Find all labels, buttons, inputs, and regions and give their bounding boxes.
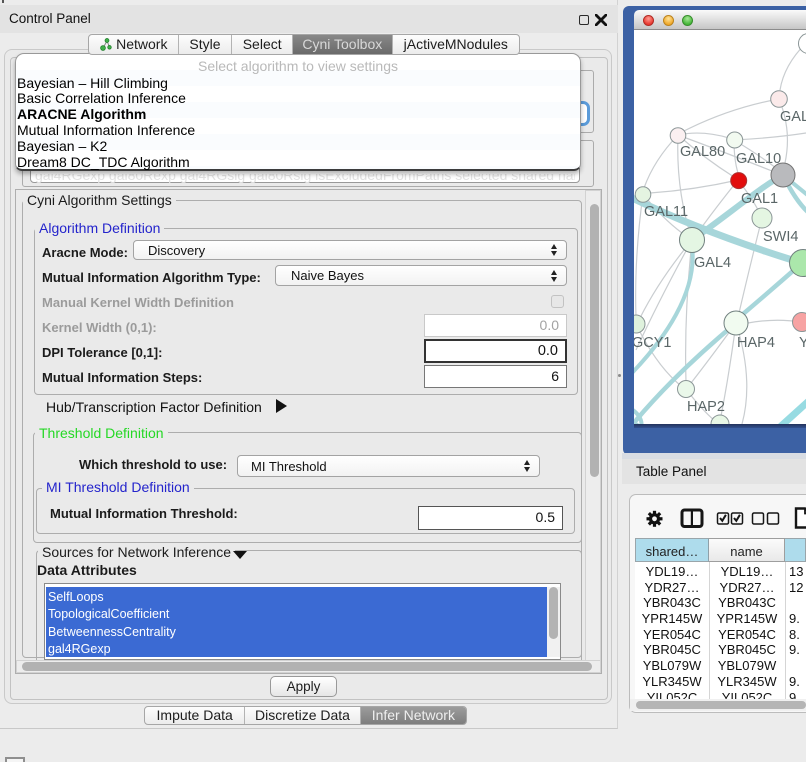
svg-text:HAP2: HAP2 xyxy=(687,399,725,415)
svg-text:GAL4: GAL4 xyxy=(694,255,731,271)
svg-text:SWI4: SWI4 xyxy=(763,229,798,245)
svg-text:Y: Y xyxy=(799,335,806,351)
svg-text:GAL11: GAL11 xyxy=(644,204,688,220)
svg-text:GCY1: GCY1 xyxy=(634,335,672,351)
svg-text:GAL: GAL xyxy=(780,109,806,125)
svg-text:HAP4: HAP4 xyxy=(737,335,775,351)
svg-text:GAL10: GAL10 xyxy=(736,151,781,167)
svg-text:GAL80: GAL80 xyxy=(680,144,725,160)
svg-text:GAL1: GAL1 xyxy=(741,191,778,207)
